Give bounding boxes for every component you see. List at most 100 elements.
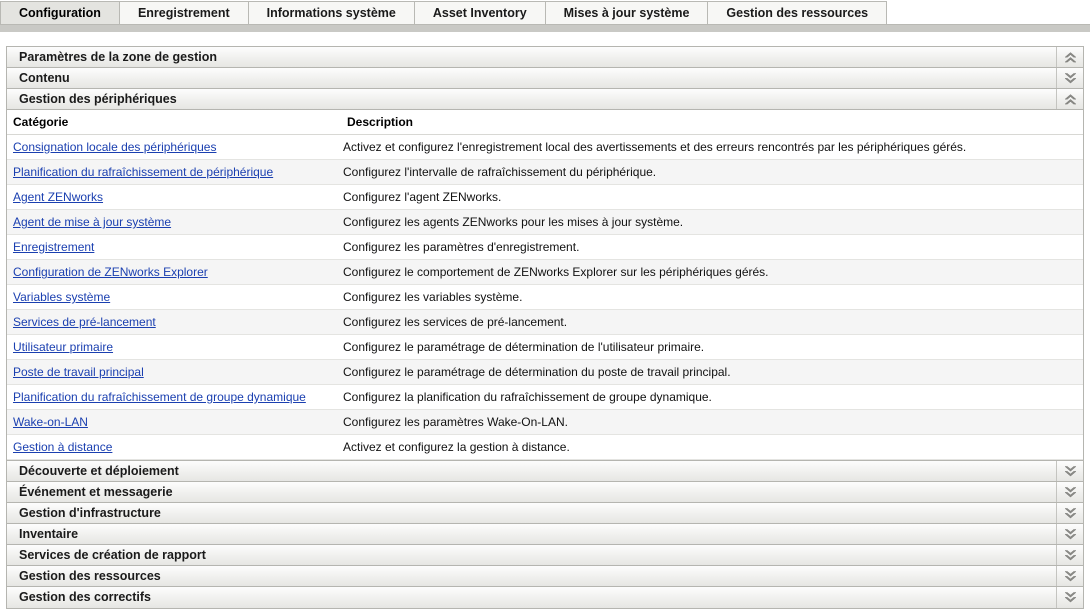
cell-category: Poste de travail principal: [7, 360, 341, 385]
section-header[interactable]: Gestion des correctifs: [7, 587, 1083, 608]
table-row: Agent ZENworks Configurez l'agent ZENwork…: [7, 185, 1083, 210]
section-title: Gestion des ressources: [7, 566, 1056, 586]
tab-0[interactable]: Configuration: [0, 1, 120, 24]
category-link[interactable]: Configuration de ZENworks Explorer: [13, 265, 208, 279]
chevron-double-down-icon[interactable]: [1056, 482, 1083, 502]
cell-description: Configurez le paramétrage de déterminati…: [341, 335, 1083, 360]
table-row: Variables système Configurez les variable…: [7, 285, 1083, 310]
chevron-double-down-icon[interactable]: [1056, 503, 1083, 523]
cell-category: Agent ZENworks: [7, 185, 341, 210]
section-title: Gestion des correctifs: [7, 587, 1056, 608]
category-link[interactable]: Planification du rafraîchissement de pér…: [13, 165, 273, 179]
column-header-category[interactable]: Catégorie: [7, 110, 341, 135]
cell-description: Configurez les variables système.: [341, 285, 1083, 310]
section-title: Gestion d'infrastructure: [7, 503, 1056, 523]
category-link[interactable]: Wake-on-LAN: [13, 415, 88, 429]
section-header[interactable]: Événement et messagerie: [7, 482, 1083, 503]
table-row: Poste de travail principal Configurez le …: [7, 360, 1083, 385]
section-header[interactable]: Inventaire: [7, 524, 1083, 545]
cell-category: Configuration de ZENworks Explorer: [7, 260, 341, 285]
cell-description: Configurez l'intervalle de rafraîchissem…: [341, 160, 1083, 185]
section-title: Inventaire: [7, 524, 1056, 544]
section-title: Paramètres de la zone de gestion: [7, 47, 1056, 67]
table-row: Utilisateur primaire Configurez le paramé…: [7, 335, 1083, 360]
tab-3[interactable]: Asset Inventory: [415, 1, 546, 24]
cell-description: Configurez les services de pré-lancement…: [341, 310, 1083, 335]
section-header[interactable]: Paramètres de la zone de gestion: [7, 47, 1083, 68]
cell-category: Utilisateur primaire: [7, 335, 341, 360]
section-title: Gestion des périphériques: [7, 89, 1056, 109]
chevron-double-up-icon[interactable]: [1056, 89, 1083, 109]
table-row: Configuration de ZENworks Explorer Config…: [7, 260, 1083, 285]
tab-bar: ConfigurationEnregistrementInformations …: [0, 0, 1090, 24]
cell-category: Wake-on-LAN: [7, 410, 341, 435]
table-row: Agent de mise à jour système Configurez l…: [7, 210, 1083, 235]
cell-category: Agent de mise à jour système: [7, 210, 341, 235]
chevron-double-down-icon[interactable]: [1056, 566, 1083, 586]
tab-1[interactable]: Enregistrement: [120, 1, 249, 24]
cell-description: Configurez la planification du rafraîchi…: [341, 385, 1083, 410]
category-link[interactable]: Utilisateur primaire: [13, 340, 113, 354]
cell-description: Configurez le comportement de ZENworks E…: [341, 260, 1083, 285]
column-header-description[interactable]: Description: [341, 110, 1083, 135]
tab-bar-underline: [0, 24, 1090, 32]
chevron-double-up-icon[interactable]: [1056, 47, 1083, 67]
section-header[interactable]: Contenu: [7, 68, 1083, 89]
table-row: Planification du rafraîchissement de pér…: [7, 160, 1083, 185]
section-header[interactable]: Gestion des ressources: [7, 566, 1083, 587]
tab-2[interactable]: Informations système: [249, 1, 415, 24]
cell-category: Planification du rafraîchissement de pér…: [7, 160, 341, 185]
sections-top-container: Paramètres de la zone de gestionContenuG…: [7, 47, 1083, 110]
sections-bottom-container: Découverte et déploiementÉvénement et me…: [7, 461, 1083, 608]
cell-category: Services de pré-lancement: [7, 310, 341, 335]
section-header[interactable]: Gestion des périphériques: [7, 89, 1083, 110]
category-link[interactable]: Agent de mise à jour système: [13, 215, 171, 229]
table-row: Wake-on-LAN Configurez les paramètres Wak…: [7, 410, 1083, 435]
cell-category: Variables système: [7, 285, 341, 310]
cell-category: Consignation locale des périphériques: [7, 135, 341, 160]
category-link[interactable]: Planification du rafraîchissement de gro…: [13, 390, 306, 404]
table-row: Planification du rafraîchissement de gro…: [7, 385, 1083, 410]
table-row: Consignation locale des périphériques Act…: [7, 135, 1083, 160]
category-link[interactable]: Poste de travail principal: [13, 365, 144, 379]
section-title: Contenu: [7, 68, 1056, 88]
cell-description: Configurez l'agent ZENworks.: [341, 185, 1083, 210]
cell-description: Configurez les agents ZENworks pour les …: [341, 210, 1083, 235]
chevron-double-down-icon[interactable]: [1056, 524, 1083, 544]
table-row: Services de pré-lancement Configurez les …: [7, 310, 1083, 335]
cell-description: Activez et configurez la gestion à dista…: [341, 435, 1083, 460]
cell-category: Gestion à distance: [7, 435, 341, 460]
configuration-panel: Paramètres de la zone de gestionContenuG…: [6, 46, 1084, 609]
category-link[interactable]: Agent ZENworks: [13, 190, 103, 204]
category-link[interactable]: Enregistrement: [13, 240, 94, 254]
section-title: Événement et messagerie: [7, 482, 1056, 502]
cell-category: Planification du rafraîchissement de gro…: [7, 385, 341, 410]
table-header-row: Catégorie Description: [7, 110, 1083, 135]
section-header[interactable]: Gestion d'infrastructure: [7, 503, 1083, 524]
category-link[interactable]: Consignation locale des périphériques: [13, 140, 216, 154]
tab-5[interactable]: Gestion des ressources: [708, 1, 887, 24]
device-management-table-wrap: Catégorie Description Consignation local…: [7, 110, 1083, 461]
tab-bar-filler: [887, 1, 1090, 24]
tab-4[interactable]: Mises à jour système: [546, 1, 709, 24]
section-header[interactable]: Services de création de rapport: [7, 545, 1083, 566]
cell-description: Configurez le paramétrage de déterminati…: [341, 360, 1083, 385]
section-header[interactable]: Découverte et déploiement: [7, 461, 1083, 482]
cell-description: Configurez les paramètres Wake-On-LAN.: [341, 410, 1083, 435]
chevron-double-down-icon[interactable]: [1056, 461, 1083, 481]
device-management-table: Catégorie Description Consignation local…: [7, 110, 1083, 460]
chevron-double-down-icon[interactable]: [1056, 68, 1083, 88]
cell-category: Enregistrement: [7, 235, 341, 260]
category-link[interactable]: Gestion à distance: [13, 440, 112, 454]
table-body: Consignation locale des périphériques Act…: [7, 135, 1083, 460]
section-title: Découverte et déploiement: [7, 461, 1056, 481]
category-link[interactable]: Variables système: [13, 290, 110, 304]
table-row: Enregistrement Configurez les paramètres …: [7, 235, 1083, 260]
section-title: Services de création de rapport: [7, 545, 1056, 565]
chevron-double-down-icon[interactable]: [1056, 545, 1083, 565]
cell-description: Activez et configurez l'enregistrement l…: [341, 135, 1083, 160]
cell-description: Configurez les paramètres d'enregistreme…: [341, 235, 1083, 260]
category-link[interactable]: Services de pré-lancement: [13, 315, 156, 329]
table-row: Gestion à distance Activez et configurez …: [7, 435, 1083, 460]
chevron-double-down-icon[interactable]: [1056, 587, 1083, 608]
